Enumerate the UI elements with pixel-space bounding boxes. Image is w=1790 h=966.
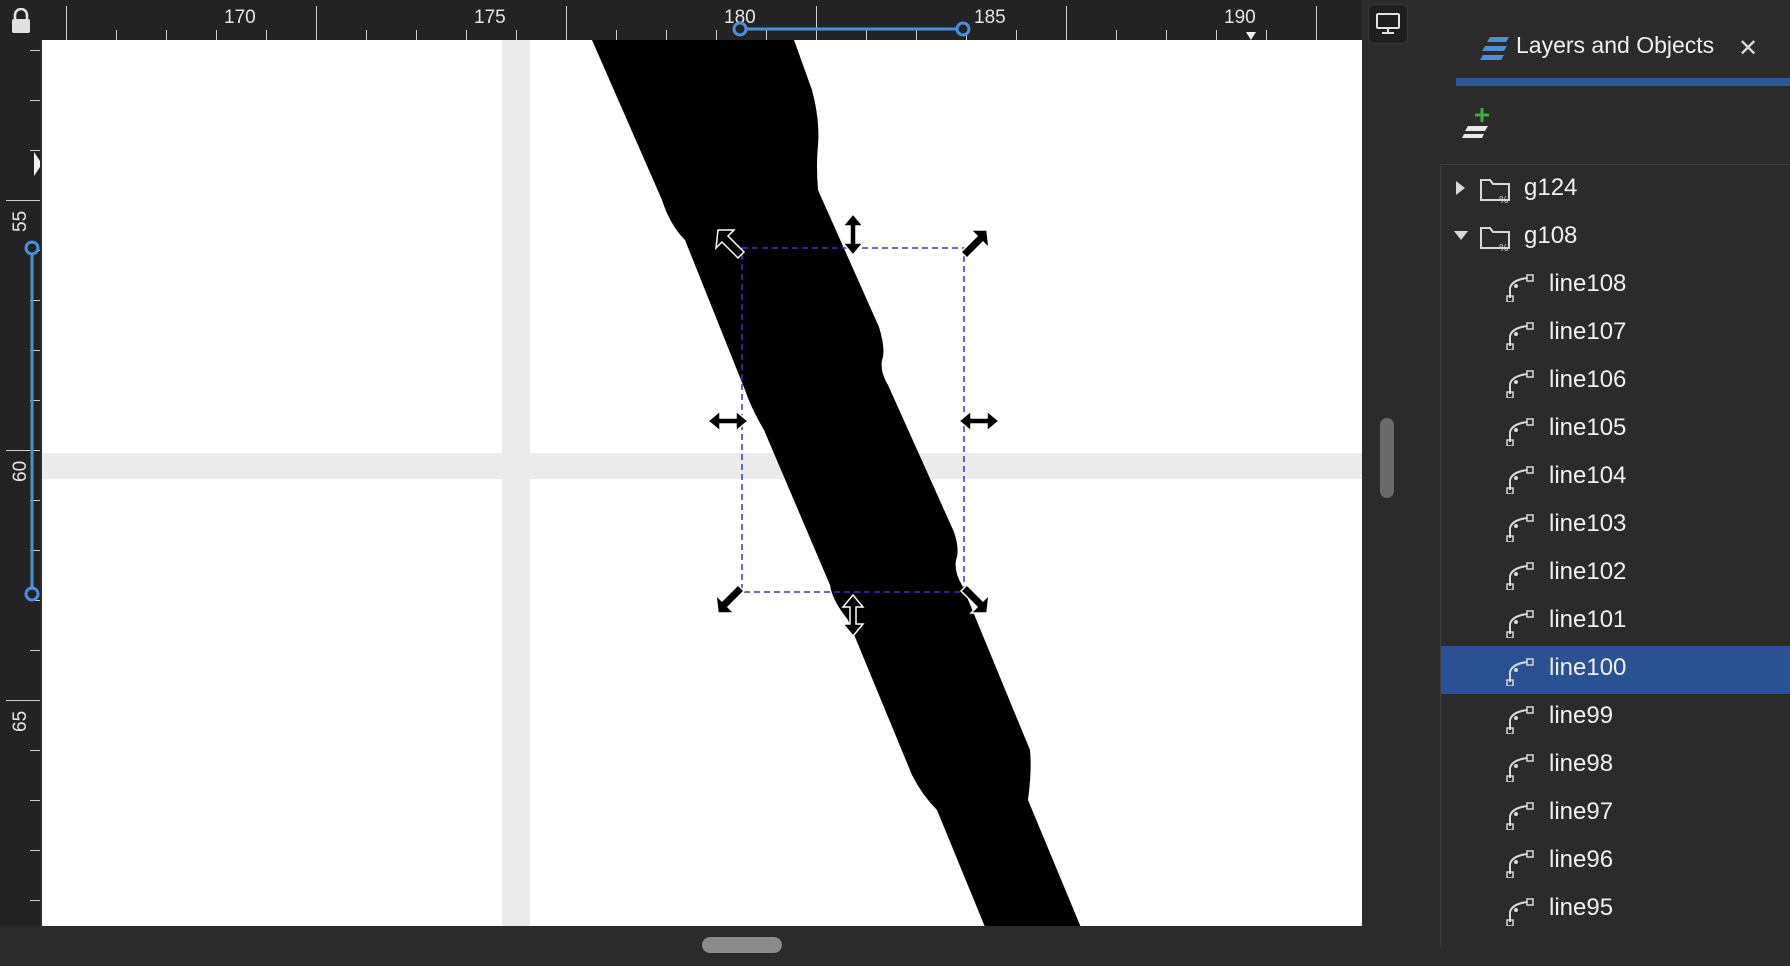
- tree-row-label: line99: [1549, 702, 1614, 729]
- scale-handle-right[interactable]: [957, 409, 1001, 433]
- path-icon: [1505, 560, 1535, 595]
- path-icon: [1505, 800, 1535, 835]
- tree-row-line105[interactable]: line105: [1441, 406, 1790, 454]
- horizontal-scrollbar-thumb[interactable]: [702, 937, 782, 953]
- panel-title: Layers and Objects: [1516, 32, 1715, 58]
- path-icon: [1505, 464, 1535, 499]
- scale-handle-top-right[interactable]: [959, 229, 990, 260]
- tree-row-line96[interactable]: line96: [1441, 838, 1790, 886]
- path-icon: [1505, 272, 1535, 307]
- tree-row-line100[interactable]: line100: [1441, 646, 1790, 694]
- display-mode-button[interactable]: [1368, 4, 1408, 44]
- selection-extent-indicator: [24, 152, 40, 602]
- path-icon: [1505, 848, 1535, 883]
- tree-row-label: line102: [1549, 558, 1627, 585]
- page-gap-horizontal: [42, 453, 1362, 479]
- objects-tree[interactable]: % g124% g108 line108 line107 line106 line105 li…: [1440, 166, 1790, 946]
- selection-extent-indicator: [732, 21, 1256, 40]
- canvas-bottom-bar: [0, 926, 1412, 966]
- horizontal-ruler[interactable]: 170 175 180 185 190: [40, 0, 1362, 40]
- tree-row-label: line107: [1549, 318, 1627, 345]
- canvas-right-strip: [1362, 0, 1429, 966]
- tree-row-label: line104: [1549, 462, 1627, 489]
- path-icon: [1505, 656, 1535, 691]
- active-tab-indicator: [1456, 78, 1790, 86]
- tree-row-line99[interactable]: line99: [1441, 694, 1790, 742]
- path-icon: [1505, 608, 1535, 643]
- tree-row-label: line95: [1549, 894, 1614, 921]
- chevron-right-icon[interactable]: [1453, 180, 1467, 201]
- tree-row-g124[interactable]: % g124: [1441, 166, 1790, 214]
- tree-row-label: line97: [1549, 798, 1614, 825]
- vertical-scrollbar-thumb[interactable]: [1380, 418, 1394, 498]
- tree-row-label: line101: [1549, 606, 1627, 633]
- tree-row-label: g108: [1524, 222, 1578, 249]
- page-gap-vertical: [502, 40, 530, 926]
- tree-row-line107[interactable]: line107: [1441, 310, 1790, 358]
- svg-text:%: %: [1499, 195, 1509, 204]
- scale-handle-top[interactable]: [841, 212, 865, 257]
- tree-row-line108[interactable]: line108: [1441, 262, 1790, 310]
- path-icon: [1505, 512, 1535, 547]
- stroked-path[interactable]: [592, 40, 1097, 926]
- path-icon: [1505, 320, 1535, 355]
- lock-guides-button[interactable]: [0, 0, 40, 40]
- close-icon[interactable]: ✕: [1738, 34, 1758, 63]
- tree-row-line101[interactable]: line101: [1441, 598, 1790, 646]
- group-icon: %: [1479, 174, 1513, 209]
- drawing-canvas[interactable]: [42, 40, 1362, 926]
- vertical-ruler[interactable]: 55 60 65: [0, 40, 40, 926]
- panel-divider: [1440, 164, 1790, 165]
- tree-row-line97[interactable]: line97: [1441, 790, 1790, 838]
- tree-row-line104[interactable]: line104: [1441, 454, 1790, 502]
- path-icon: [1505, 704, 1535, 739]
- add-layer-button[interactable]: [1458, 104, 1494, 140]
- tree-row-line106[interactable]: line106: [1441, 358, 1790, 406]
- tree-row-line103[interactable]: line103: [1441, 502, 1790, 550]
- path-icon: [1505, 896, 1535, 931]
- group-icon: %: [1479, 222, 1513, 257]
- tree-row-label: line103: [1549, 510, 1627, 537]
- tree-row-line98[interactable]: line98: [1441, 742, 1790, 790]
- tree-row-label: line98: [1549, 750, 1614, 777]
- path-icon: [1505, 416, 1535, 451]
- tree-row-g108[interactable]: % g108: [1441, 214, 1790, 262]
- tree-row-line95[interactable]: line95: [1441, 886, 1790, 934]
- tree-row-label: line108: [1549, 270, 1627, 297]
- display-icon: [1376, 13, 1400, 34]
- layers-icon: [1480, 37, 1509, 60]
- scale-handle-bottom-left[interactable]: [715, 583, 746, 614]
- path-icon: [1505, 368, 1535, 403]
- chevron-down-icon[interactable]: [1453, 228, 1469, 247]
- add-layer-icon: [1462, 108, 1489, 138]
- tree-row-label: line106: [1549, 366, 1627, 393]
- tree-row-label: line96: [1549, 846, 1614, 873]
- tree-row-label: line105: [1549, 414, 1627, 441]
- tree-row-line102[interactable]: line102: [1441, 550, 1790, 598]
- path-icon: [1505, 752, 1535, 787]
- tree-row-label: line100: [1549, 654, 1627, 681]
- tree-row-label: g124: [1524, 174, 1578, 201]
- lock-icon: [12, 8, 30, 33]
- svg-text:%: %: [1499, 243, 1509, 252]
